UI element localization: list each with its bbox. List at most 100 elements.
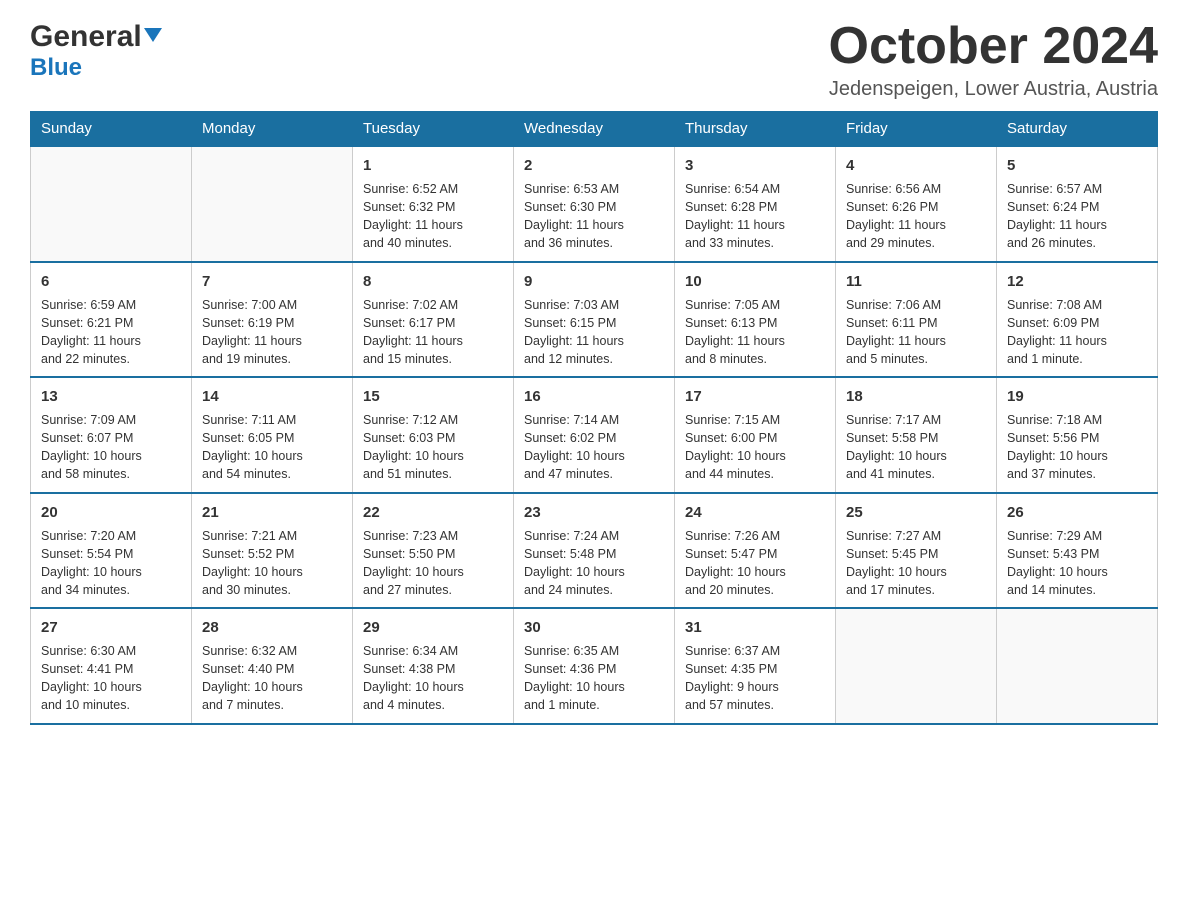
logo-blue-text: Blue — [30, 54, 82, 82]
day-info: Sunrise: 7:20 AM Sunset: 5:54 PM Dayligh… — [41, 527, 181, 600]
calendar-cell: 17Sunrise: 7:15 AM Sunset: 6:00 PM Dayli… — [675, 377, 836, 493]
day-number: 20 — [41, 502, 181, 523]
page-header: General Blue October 2024 Jedenspeigen, … — [30, 20, 1158, 101]
day-info: Sunrise: 7:14 AM Sunset: 6:02 PM Dayligh… — [524, 411, 664, 484]
day-number: 21 — [202, 502, 342, 523]
calendar-cell: 6Sunrise: 6:59 AM Sunset: 6:21 PM Daylig… — [31, 262, 192, 378]
day-number: 16 — [524, 386, 664, 407]
calendar-cell: 11 Sunrise: 7:06 AM Sunset: 6:11 PM Dayli… — [836, 262, 997, 378]
logo-general-text: General — [30, 20, 142, 54]
day-info: Sunrise: 6:34 AM Sunset: 4:38 PM Dayligh… — [363, 642, 503, 715]
day-number: 10 — [685, 271, 825, 292]
day-number: 8 — [363, 271, 503, 292]
calendar-cell: 5 Sunrise: 6:57 AM Sunset: 6:24 PM Daylig… — [997, 146, 1158, 262]
day-info: Sunrise: 7:15 AM Sunset: 6:00 PM Dayligh… — [685, 411, 825, 484]
day-number: 5 — [1007, 155, 1147, 176]
weekday-header: Friday — [836, 112, 997, 147]
calendar-week-row: 20 Sunrise: 7:20 AM Sunset: 5:54 PM Dayli… — [31, 493, 1158, 609]
day-number: 3 — [685, 155, 825, 176]
calendar-week-row: 1 Sunrise: 6:52 AM Sunset: 6:32 PM Daylig… — [31, 146, 1158, 262]
calendar-cell: 12Sunrise: 7:08 AM Sunset: 6:09 PM Dayli… — [997, 262, 1158, 378]
weekday-header: Monday — [192, 112, 353, 147]
calendar-table: SundayMondayTuesdayWednesdayThursdayFrid… — [30, 111, 1158, 725]
location-text: Jedenspeigen, Lower Austria, Austria — [829, 78, 1159, 101]
calendar-cell: 19 Sunrise: 7:18 AM Sunset: 5:56 PM Dayli… — [997, 377, 1158, 493]
calendar-cell: 2 Sunrise: 6:53 AM Sunset: 6:30 PM Daylig… — [514, 146, 675, 262]
day-info: Sunrise: 6:35 AM Sunset: 4:36 PM Dayligh… — [524, 642, 664, 715]
day-info: Sunrise: 7:27 AM Sunset: 5:45 PM Dayligh… — [846, 527, 986, 600]
calendar-cell: 14Sunrise: 7:11 AM Sunset: 6:05 PM Dayli… — [192, 377, 353, 493]
calendar-cell: 26 Sunrise: 7:29 AM Sunset: 5:43 PM Dayli… — [997, 493, 1158, 609]
day-number: 4 — [846, 155, 986, 176]
calendar-cell: 18 Sunrise: 7:17 AM Sunset: 5:58 PM Dayli… — [836, 377, 997, 493]
day-number: 26 — [1007, 502, 1147, 523]
day-info: Sunrise: 7:00 AM Sunset: 6:19 PM Dayligh… — [202, 296, 342, 369]
day-number: 7 — [202, 271, 342, 292]
day-info: Sunrise: 7:26 AM Sunset: 5:47 PM Dayligh… — [685, 527, 825, 600]
day-info: Sunrise: 7:23 AM Sunset: 5:50 PM Dayligh… — [363, 527, 503, 600]
day-info: Sunrise: 6:52 AM Sunset: 6:32 PM Dayligh… — [363, 180, 503, 253]
calendar-cell: 27 Sunrise: 6:30 AM Sunset: 4:41 PM Dayli… — [31, 608, 192, 724]
calendar-cell: 10 Sunrise: 7:05 AM Sunset: 6:13 PM Dayli… — [675, 262, 836, 378]
weekday-header: Wednesday — [514, 112, 675, 147]
calendar-cell: 4 Sunrise: 6:56 AM Sunset: 6:26 PM Daylig… — [836, 146, 997, 262]
calendar-header-row: SundayMondayTuesdayWednesdayThursdayFrid… — [31, 112, 1158, 147]
day-info: Sunrise: 7:21 AM Sunset: 5:52 PM Dayligh… — [202, 527, 342, 600]
day-info: Sunrise: 7:18 AM Sunset: 5:56 PM Dayligh… — [1007, 411, 1147, 484]
calendar-cell: 16 Sunrise: 7:14 AM Sunset: 6:02 PM Dayli… — [514, 377, 675, 493]
day-info: Sunrise: 6:54 AM Sunset: 6:28 PM Dayligh… — [685, 180, 825, 253]
calendar-cell — [192, 146, 353, 262]
day-number: 1 — [363, 155, 503, 176]
calendar-cell: 9Sunrise: 7:03 AM Sunset: 6:15 PM Daylig… — [514, 262, 675, 378]
day-number: 31 — [685, 617, 825, 638]
day-info: Sunrise: 6:53 AM Sunset: 6:30 PM Dayligh… — [524, 180, 664, 253]
calendar-cell: 23 Sunrise: 7:24 AM Sunset: 5:48 PM Dayli… — [514, 493, 675, 609]
calendar-cell: 24 Sunrise: 7:26 AM Sunset: 5:47 PM Dayli… — [675, 493, 836, 609]
calendar-cell: 1 Sunrise: 6:52 AM Sunset: 6:32 PM Daylig… — [353, 146, 514, 262]
day-number: 11 — [846, 271, 986, 292]
calendar-week-row: 27 Sunrise: 6:30 AM Sunset: 4:41 PM Dayli… — [31, 608, 1158, 724]
calendar-cell: 15Sunrise: 7:12 AM Sunset: 6:03 PM Dayli… — [353, 377, 514, 493]
day-number: 24 — [685, 502, 825, 523]
weekday-header: Sunday — [31, 112, 192, 147]
day-info: Sunrise: 7:12 AM Sunset: 6:03 PM Dayligh… — [363, 411, 503, 484]
day-info: Sunrise: 6:56 AM Sunset: 6:26 PM Dayligh… — [846, 180, 986, 253]
day-number: 25 — [846, 502, 986, 523]
day-number: 12 — [1007, 271, 1147, 292]
calendar-cell: 22 Sunrise: 7:23 AM Sunset: 5:50 PM Dayli… — [353, 493, 514, 609]
calendar-cell: 25 Sunrise: 7:27 AM Sunset: 5:45 PM Dayli… — [836, 493, 997, 609]
calendar-cell: 13Sunrise: 7:09 AM Sunset: 6:07 PM Dayli… — [31, 377, 192, 493]
logo: General Blue — [30, 20, 162, 82]
day-number: 9 — [524, 271, 664, 292]
day-info: Sunrise: 7:05 AM Sunset: 6:13 PM Dayligh… — [685, 296, 825, 369]
day-number: 2 — [524, 155, 664, 176]
day-info: Sunrise: 6:57 AM Sunset: 6:24 PM Dayligh… — [1007, 180, 1147, 253]
calendar-cell: 7 Sunrise: 7:00 AM Sunset: 6:19 PM Daylig… — [192, 262, 353, 378]
calendar-cell: 29 Sunrise: 6:34 AM Sunset: 4:38 PM Dayli… — [353, 608, 514, 724]
day-info: Sunrise: 6:37 AM Sunset: 4:35 PM Dayligh… — [685, 642, 825, 715]
day-number: 22 — [363, 502, 503, 523]
calendar-cell — [31, 146, 192, 262]
day-number: 19 — [1007, 386, 1147, 407]
day-number: 30 — [524, 617, 664, 638]
day-info: Sunrise: 7:02 AM Sunset: 6:17 PM Dayligh… — [363, 296, 503, 369]
day-number: 23 — [524, 502, 664, 523]
day-number: 27 — [41, 617, 181, 638]
day-info: Sunrise: 6:30 AM Sunset: 4:41 PM Dayligh… — [41, 642, 181, 715]
day-number: 29 — [363, 617, 503, 638]
day-info: Sunrise: 6:59 AM Sunset: 6:21 PM Dayligh… — [41, 296, 181, 369]
day-info: Sunrise: 7:24 AM Sunset: 5:48 PM Dayligh… — [524, 527, 664, 600]
weekday-header: Tuesday — [353, 112, 514, 147]
day-number: 18 — [846, 386, 986, 407]
month-title: October 2024 — [829, 20, 1159, 72]
weekday-header: Thursday — [675, 112, 836, 147]
logo-triangle-icon — [144, 28, 162, 42]
calendar-week-row: 6Sunrise: 6:59 AM Sunset: 6:21 PM Daylig… — [31, 262, 1158, 378]
day-number: 13 — [41, 386, 181, 407]
day-info: Sunrise: 7:06 AM Sunset: 6:11 PM Dayligh… — [846, 296, 986, 369]
day-number: 28 — [202, 617, 342, 638]
day-info: Sunrise: 7:17 AM Sunset: 5:58 PM Dayligh… — [846, 411, 986, 484]
calendar-cell — [836, 608, 997, 724]
calendar-cell: 30 Sunrise: 6:35 AM Sunset: 4:36 PM Dayli… — [514, 608, 675, 724]
day-info: Sunrise: 7:29 AM Sunset: 5:43 PM Dayligh… — [1007, 527, 1147, 600]
